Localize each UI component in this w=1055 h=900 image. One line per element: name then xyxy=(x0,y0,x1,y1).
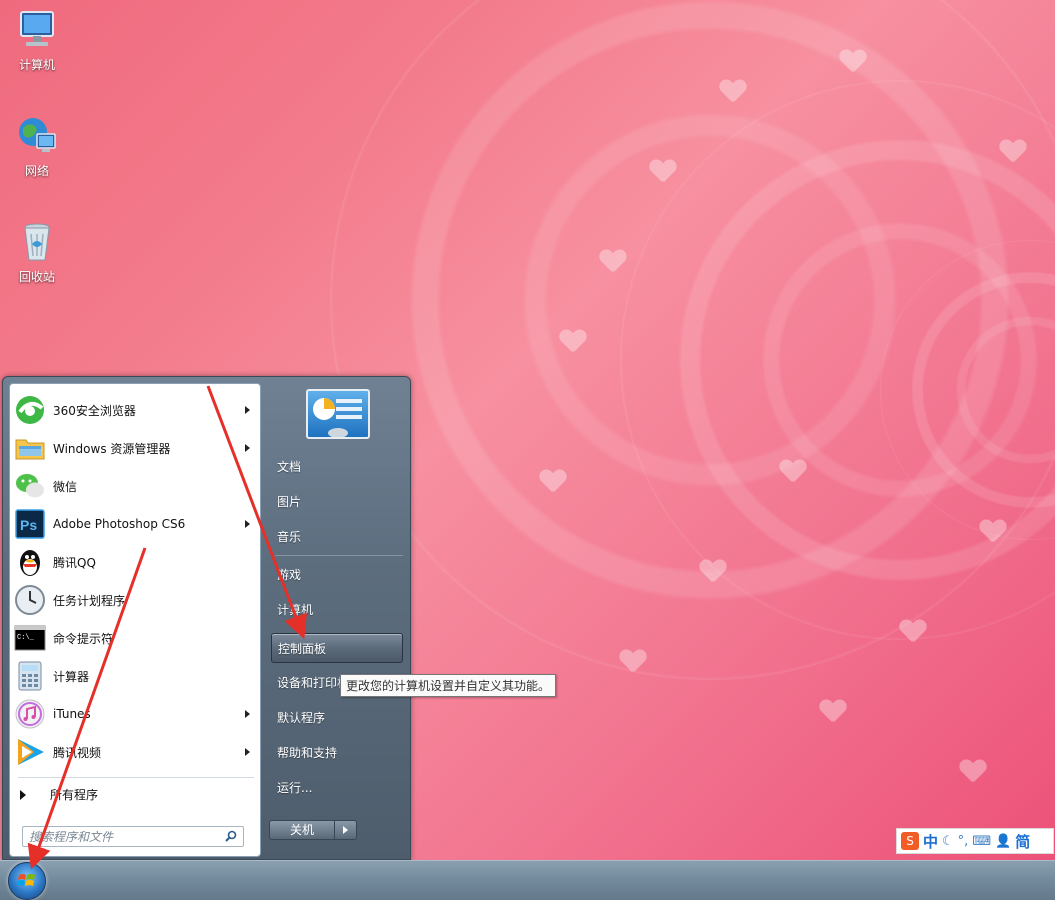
user-icon[interactable]: 👤 xyxy=(995,834,1011,849)
shutdown-control: 关机 xyxy=(269,820,357,840)
recycle-bin-icon xyxy=(15,220,59,264)
photoshop-icon: Ps xyxy=(14,508,46,540)
program-label: Adobe Photoshop CS6 xyxy=(53,517,186,531)
svg-text:Ps: Ps xyxy=(20,517,37,533)
start-item-pictures[interactable]: 图片 xyxy=(271,486,403,516)
start-item-label: 计算机 xyxy=(277,602,314,617)
start-item-run[interactable]: 运行... xyxy=(271,772,403,802)
ime-mode-toggle[interactable]: 中 xyxy=(923,831,938,852)
tencent-video-icon xyxy=(14,736,46,768)
search-placeholder: 搜索程序和文件 xyxy=(29,830,114,844)
desktop-icon-label: 网络 xyxy=(24,164,49,178)
start-item-label: 默认程序 xyxy=(277,710,326,725)
moon-icon[interactable]: ☾ xyxy=(942,834,954,849)
sogou-ime-logo-icon[interactable]: S xyxy=(901,832,919,850)
program-qq[interactable]: 腾讯QQ xyxy=(14,544,256,580)
calculator-icon xyxy=(14,660,46,692)
svg-text:C:\_: C:\_ xyxy=(17,634,35,642)
start-item-help-support[interactable]: 帮助和支持 xyxy=(271,737,403,767)
program-label: 计算器 xyxy=(53,669,90,684)
separator xyxy=(275,555,403,556)
separator xyxy=(18,777,254,778)
360-browser-icon xyxy=(14,394,46,426)
program-label: 微信 xyxy=(53,479,78,494)
expand-arrow-icon xyxy=(20,789,26,800)
start-item-games[interactable]: 游戏 xyxy=(271,559,403,589)
task-scheduler-clock-icon xyxy=(14,584,46,616)
submenu-arrow-icon[interactable] xyxy=(245,444,250,452)
start-item-music[interactable]: 音乐 xyxy=(271,521,403,551)
shutdown-button[interactable]: 关机 xyxy=(269,820,335,840)
start-menu-programs-pane: 360安全浏览器 Windows 资源管理器 微信 Ps Adobe Photo… xyxy=(9,383,261,857)
start-item-label: 音乐 xyxy=(277,529,302,544)
all-programs-label: 所有程序 xyxy=(50,788,99,802)
program-label: 命令提示符 xyxy=(53,631,114,646)
keyboard-icon[interactable]: ⌨ xyxy=(972,834,991,849)
submenu-arrow-icon[interactable] xyxy=(245,520,250,528)
program-tencent-video[interactable]: 腾讯视频 xyxy=(14,734,256,770)
taskbar xyxy=(0,860,1055,900)
ime-toolbar: S 中 ☾ °, ⌨ 👤 简 xyxy=(896,828,1054,854)
punctuation-icon[interactable]: °, xyxy=(958,834,969,849)
start-item-label: 游戏 xyxy=(277,567,302,582)
search-icon[interactable] xyxy=(225,830,237,842)
start-item-label: 运行... xyxy=(277,780,313,795)
itunes-icon xyxy=(14,698,46,730)
explorer-folder-icon xyxy=(14,432,46,464)
desktop-icon-label: 计算机 xyxy=(18,58,55,72)
start-item-label: 文档 xyxy=(277,459,302,474)
program-label: iTunes xyxy=(53,707,91,721)
command-prompt-icon: C:\_ xyxy=(14,622,46,654)
desktop-icon-network[interactable]: 网络 xyxy=(8,114,66,179)
desktop-icon-label: 回收站 xyxy=(18,270,55,284)
program-label: 360安全浏览器 xyxy=(53,403,136,418)
ime-script-toggle[interactable]: 简 xyxy=(1015,831,1030,852)
program-calculator[interactable]: 计算器 xyxy=(14,658,256,694)
program-label: 腾讯视频 xyxy=(53,745,102,760)
program-command-prompt[interactable]: C:\_ 命令提示符 xyxy=(14,620,256,656)
chevron-right-icon xyxy=(343,826,348,834)
program-label: Windows 资源管理器 xyxy=(53,441,171,456)
start-item-default-programs[interactable]: 默认程序 xyxy=(271,702,403,732)
desktop-icon-recycle-bin[interactable]: 回收站 xyxy=(8,220,66,285)
program-label: 任务计划程序 xyxy=(53,593,126,608)
all-programs-button[interactable]: 所有程序 xyxy=(20,786,98,803)
start-item-label: 帮助和支持 xyxy=(277,745,338,760)
program-photoshop[interactable]: Ps Adobe Photoshop CS6 xyxy=(14,506,256,542)
desktop-icon-computer[interactable]: 计算机 xyxy=(8,8,66,73)
control-panel-tooltip: 更改您的计算机设置并自定义其功能。 xyxy=(340,674,557,697)
submenu-arrow-icon[interactable] xyxy=(245,710,250,718)
computer-icon xyxy=(15,8,59,52)
start-item-documents[interactable]: 文档 xyxy=(271,451,403,481)
submenu-arrow-icon[interactable] xyxy=(245,748,250,756)
start-item-control-panel[interactable]: 控制面板 xyxy=(271,633,403,663)
program-wechat[interactable]: 微信 xyxy=(14,468,256,504)
start-item-label: 图片 xyxy=(277,494,302,509)
program-360-browser[interactable]: 360安全浏览器 xyxy=(14,392,256,428)
submenu-arrow-icon[interactable] xyxy=(245,406,250,414)
windows-logo-icon xyxy=(17,874,35,886)
start-button[interactable] xyxy=(8,862,46,900)
search-input[interactable]: 搜索程序和文件 xyxy=(22,826,244,847)
program-label: 腾讯QQ xyxy=(53,555,96,570)
start-item-computer[interactable]: 计算机 xyxy=(271,594,403,624)
qq-penguin-icon xyxy=(14,546,46,578)
network-icon xyxy=(15,114,59,158)
start-menu: 360安全浏览器 Windows 资源管理器 微信 Ps Adobe Photo… xyxy=(2,376,411,860)
start-item-label: 设备和打印机 xyxy=(277,675,350,690)
wechat-icon xyxy=(14,470,46,502)
program-itunes[interactable]: iTunes xyxy=(14,696,256,732)
program-task-scheduler[interactable]: 任务计划程序 xyxy=(14,582,256,618)
shutdown-options-button[interactable] xyxy=(335,820,357,840)
control-panel-tile-icon xyxy=(313,398,362,438)
start-item-label: 控制面板 xyxy=(278,641,327,656)
user-picture[interactable] xyxy=(306,389,370,439)
program-windows-explorer[interactable]: Windows 资源管理器 xyxy=(14,430,256,466)
